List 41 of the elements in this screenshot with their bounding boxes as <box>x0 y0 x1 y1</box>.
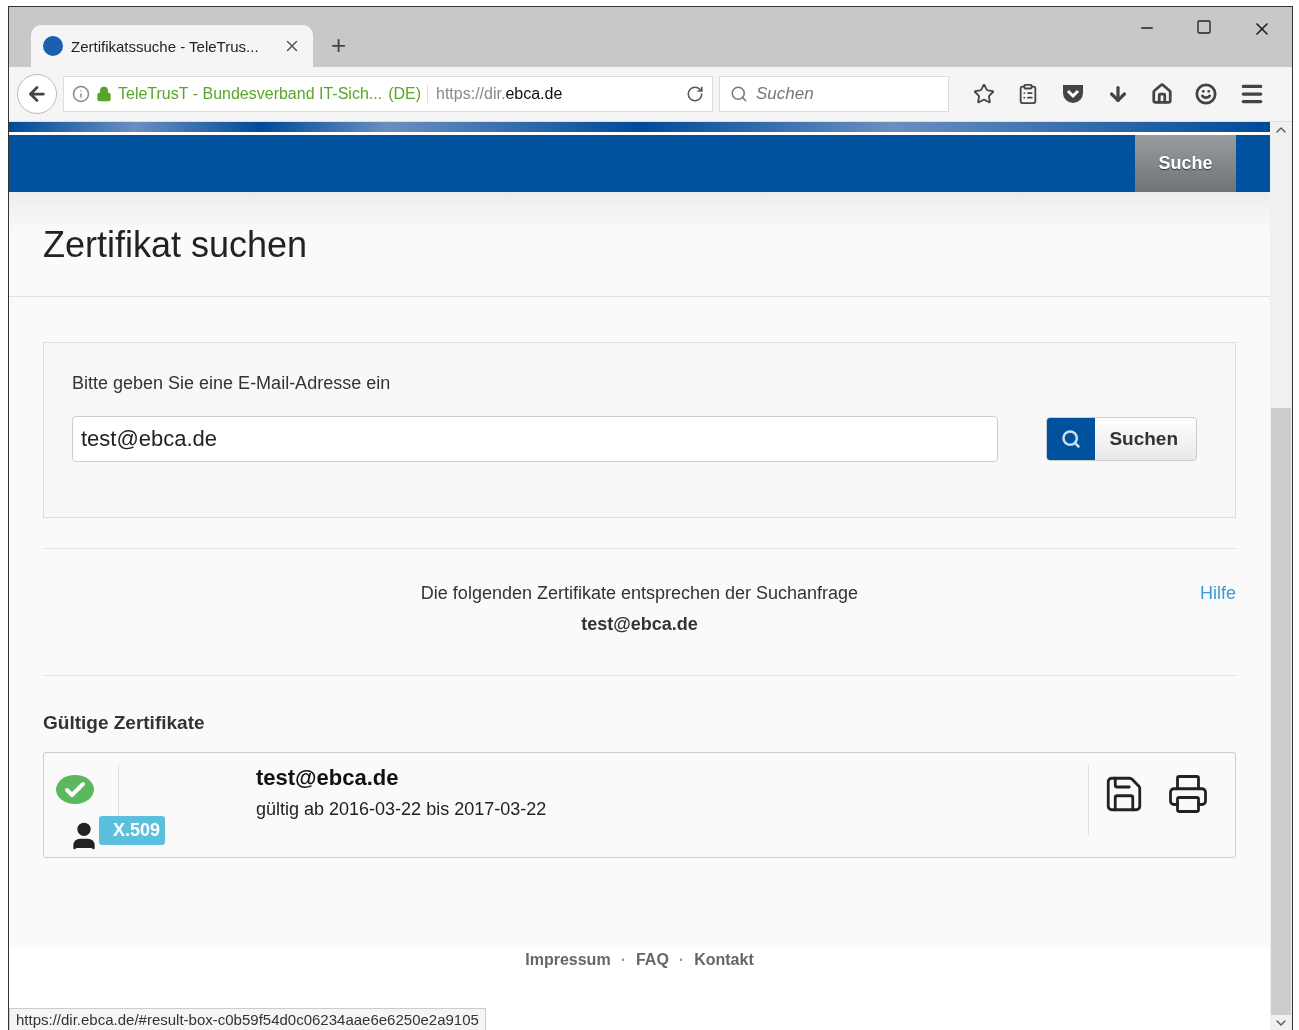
section-heading: Gültige Zertifikate <box>43 712 206 734</box>
email-input-field[interactable]: test@ebca.de <box>72 416 999 462</box>
back-button[interactable] <box>17 74 57 114</box>
maximize-icon[interactable] <box>1196 19 1212 35</box>
new-tab-button[interactable]: + <box>327 30 351 61</box>
site-identity: TeleTrusT - Bundesverband IT-Sich... <box>118 85 383 103</box>
reload-icon[interactable] <box>686 85 704 103</box>
footer-separator: · <box>620 951 626 970</box>
print-button[interactable] <box>1167 773 1209 815</box>
nav-search-button[interactable]: Suche <box>1135 135 1236 192</box>
status-url: https://dir.ebca.de/#result-box-c0b59f54d0c06234aae6e6250e2a9105 <box>9 1008 486 1030</box>
browser-tab[interactable]: Zertifikatssuche - TeleTrus... <box>31 25 313 67</box>
validity-text: gültig ab 2016-03-22 bis 2017-03-22 <box>256 799 548 820</box>
tab-title: Zertifikatssuche - TeleTrus... <box>71 37 260 55</box>
footer-link[interactable]: Impressum <box>525 951 611 1030</box>
certificate-email: test@ebca.de <box>256 765 400 791</box>
certificate-type-badge: X.509 <box>99 816 166 845</box>
star-icon[interactable] <box>973 83 995 105</box>
footer-separator: · <box>678 951 685 970</box>
footer-link[interactable]: FAQ <box>635 951 669 1030</box>
site-favicon-icon <box>43 36 63 56</box>
smiley-icon[interactable] <box>1195 83 1217 105</box>
site-country: (DE) <box>388 85 421 103</box>
search-icon <box>1061 429 1082 449</box>
info-icon[interactable] <box>72 85 90 103</box>
search-button[interactable]: Suchen <box>1046 417 1197 461</box>
pocket-icon[interactable] <box>1061 83 1085 105</box>
clipboard-icon[interactable] <box>1017 83 1039 105</box>
browser-search-field[interactable]: Suchen <box>719 76 949 112</box>
search-label: Bitte geben Sie eine E-Mail-Adresse ein <box>72 373 392 394</box>
help-link[interactable]: Hilfe <box>1200 583 1236 604</box>
lock-icon <box>96 86 112 102</box>
results-query: test@ebca.de <box>581 614 698 635</box>
footer-link[interactable]: Kontakt <box>694 951 754 1030</box>
home-icon[interactable] <box>1151 83 1173 105</box>
page-title: Zertifikat suchen <box>43 224 309 266</box>
url-text: https://dir.ebca.de <box>427 85 680 103</box>
download-icon[interactable] <box>1107 83 1129 105</box>
search-icon <box>730 85 748 103</box>
results-intro: Die folgenden Zertifikate entsprechen der Suchanfrage <box>420 583 859 604</box>
address-bar[interactable]: TeleTrusT - Bundesverband IT-Sich... (DE) https://dir.ebca.de <box>63 76 713 112</box>
